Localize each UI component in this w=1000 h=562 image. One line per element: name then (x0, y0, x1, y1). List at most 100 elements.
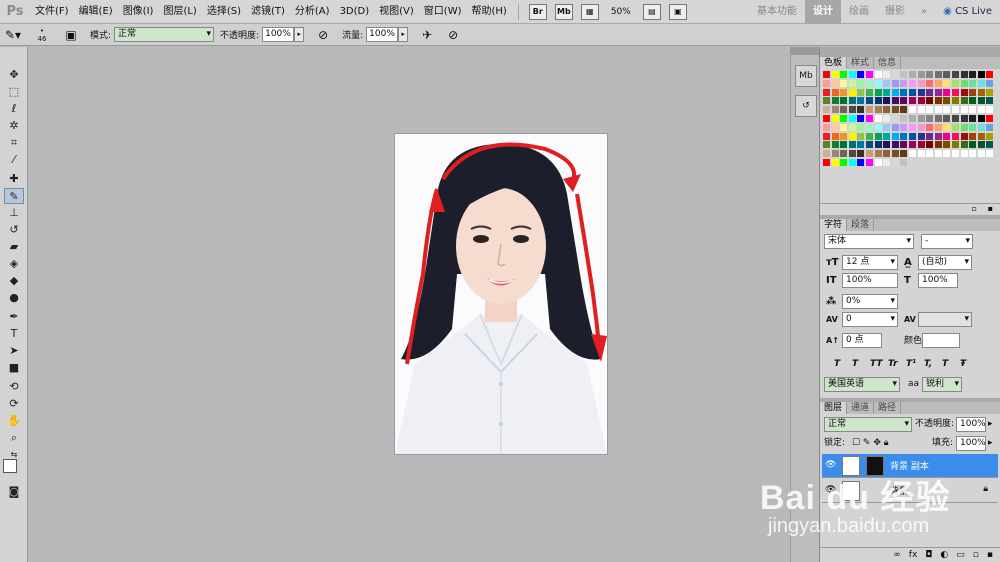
color-swatch[interactable] (917, 132, 925, 140)
color-swatch[interactable] (857, 132, 865, 140)
hand-tool-icon[interactable]: ✋ (4, 413, 24, 429)
color-swatch[interactable] (977, 97, 985, 105)
color-swatch[interactable] (866, 159, 873, 166)
color-swatch[interactable] (823, 79, 830, 87)
color-swatch[interactable] (891, 97, 899, 105)
workspace-photography[interactable]: 摄影 (877, 0, 913, 24)
color-swatch[interactable] (840, 123, 848, 131)
color-swatch[interactable] (926, 71, 934, 78)
history-panel-icon[interactable]: ↺ (795, 95, 817, 117)
color-swatch[interactable] (977, 79, 985, 87)
cs-live-button[interactable]: ◉ CS Live (935, 0, 1000, 24)
baseline-shift-field[interactable]: 0 点 (842, 333, 882, 348)
color-swatch[interactable] (823, 88, 830, 96)
format-button[interactable]: T (852, 358, 858, 370)
color-swatch[interactable] (900, 106, 908, 114)
color-swatch[interactable] (917, 150, 925, 158)
color-swatch[interactable] (823, 71, 830, 78)
tab-layers[interactable]: 图层 (820, 402, 848, 414)
color-swatch[interactable] (909, 141, 916, 149)
color-swatch[interactable] (969, 106, 977, 114)
color-swatch[interactable] (900, 159, 908, 166)
color-swatch[interactable] (848, 150, 856, 158)
color-swatch[interactable] (866, 115, 873, 122)
color-swatch[interactable] (874, 97, 882, 105)
tab-styles[interactable]: 样式 (847, 57, 875, 69)
color-swatch[interactable] (891, 159, 899, 166)
color-swatch[interactable] (986, 150, 994, 158)
color-swatch[interactable] (848, 123, 856, 131)
color-swatch[interactable] (874, 132, 882, 140)
rectangle-tool-icon[interactable]: ■ (4, 360, 24, 376)
airbrush-icon[interactable]: ✈ (419, 27, 435, 43)
color-swatch[interactable] (857, 79, 865, 87)
healing-brush-tool-icon[interactable]: ✚ (4, 171, 24, 187)
color-swatch[interactable] (883, 132, 891, 140)
color-swatch[interactable] (857, 150, 865, 158)
color-swatch[interactable] (943, 71, 951, 78)
font-style-select[interactable]: - ▾ (921, 234, 973, 249)
color-swatch[interactable] (883, 88, 891, 96)
delete-layer-icon[interactable]: ▪ (987, 550, 993, 560)
eraser-tool-icon[interactable]: ▰ (4, 239, 24, 255)
tracking-field[interactable]: ▾ (918, 312, 972, 327)
color-swatch[interactable] (848, 71, 856, 78)
marquee-tool-icon[interactable]: ⬚ (4, 84, 24, 100)
color-swatch[interactable] (857, 97, 865, 105)
color-swatch[interactable] (883, 150, 891, 158)
color-swatch[interactable] (926, 79, 934, 87)
color-swatch[interactable] (848, 97, 856, 105)
color-swatch[interactable] (952, 115, 959, 122)
lock-icons[interactable]: ☐ ✎ ✥ 🔒︎ (852, 436, 889, 451)
format-button[interactable]: T¹ (906, 358, 916, 370)
pressure-size-icon[interactable]: ⊘ (445, 27, 461, 43)
format-button[interactable]: T, (924, 358, 932, 370)
color-swatch[interactable] (831, 150, 839, 158)
color-swatch[interactable] (874, 79, 882, 87)
color-swatch[interactable] (900, 97, 908, 105)
screen-mode-button[interactable]: ▣ (668, 3, 687, 20)
color-swatch[interactable] (857, 106, 865, 114)
color-swatch[interactable] (866, 106, 873, 114)
kerning-field[interactable]: 0 ▾ (842, 312, 898, 327)
color-swatch[interactable] (891, 132, 899, 140)
color-swatch[interactable] (934, 97, 942, 105)
color-swatch[interactable] (969, 132, 977, 140)
color-swatch[interactable] (934, 150, 942, 158)
color-swatch[interactable] (900, 88, 908, 96)
color-swatch[interactable] (909, 115, 916, 122)
color-swatch[interactable] (840, 88, 848, 96)
tracking-percent-field[interactable]: 0% ▾ (842, 294, 898, 309)
color-swatch[interactable] (840, 106, 848, 114)
color-swatch[interactable] (866, 97, 873, 105)
menu-item[interactable]: 3D(D) (335, 0, 375, 24)
color-swatch[interactable] (883, 141, 891, 149)
color-swatch[interactable] (960, 132, 968, 140)
document-canvas[interactable] (29, 47, 790, 562)
color-swatch[interactable] (823, 97, 830, 105)
opacity-input[interactable]: 100% (262, 27, 295, 42)
color-swatch[interactable] (848, 141, 856, 149)
color-swatch[interactable] (857, 141, 865, 149)
color-swatch[interactable] (909, 123, 916, 131)
format-button[interactable]: T (834, 358, 840, 370)
color-swatch[interactable] (831, 141, 839, 149)
color-swatch[interactable] (891, 88, 899, 96)
color-swatch[interactable] (943, 141, 951, 149)
menu-item[interactable]: 图层(L) (158, 0, 201, 24)
menu-item[interactable]: 文件(F) (30, 0, 74, 24)
color-swatch[interactable] (866, 88, 873, 96)
format-button[interactable]: TT (870, 358, 883, 370)
color-swatch[interactable] (969, 97, 977, 105)
font-size-field[interactable]: 12 点 ▾ (842, 255, 898, 270)
color-swatch[interactable] (848, 115, 856, 122)
color-swatch[interactable] (969, 141, 977, 149)
color-swatch[interactable] (926, 123, 934, 131)
color-swatch[interactable] (969, 115, 977, 122)
color-swatch[interactable] (823, 150, 830, 158)
workspace-painting[interactable]: 绘画 (841, 0, 877, 24)
color-swatch[interactable] (977, 132, 985, 140)
color-swatch[interactable] (900, 115, 908, 122)
color-swatch[interactable] (840, 150, 848, 158)
tab-channels[interactable]: 通道 (847, 402, 875, 414)
